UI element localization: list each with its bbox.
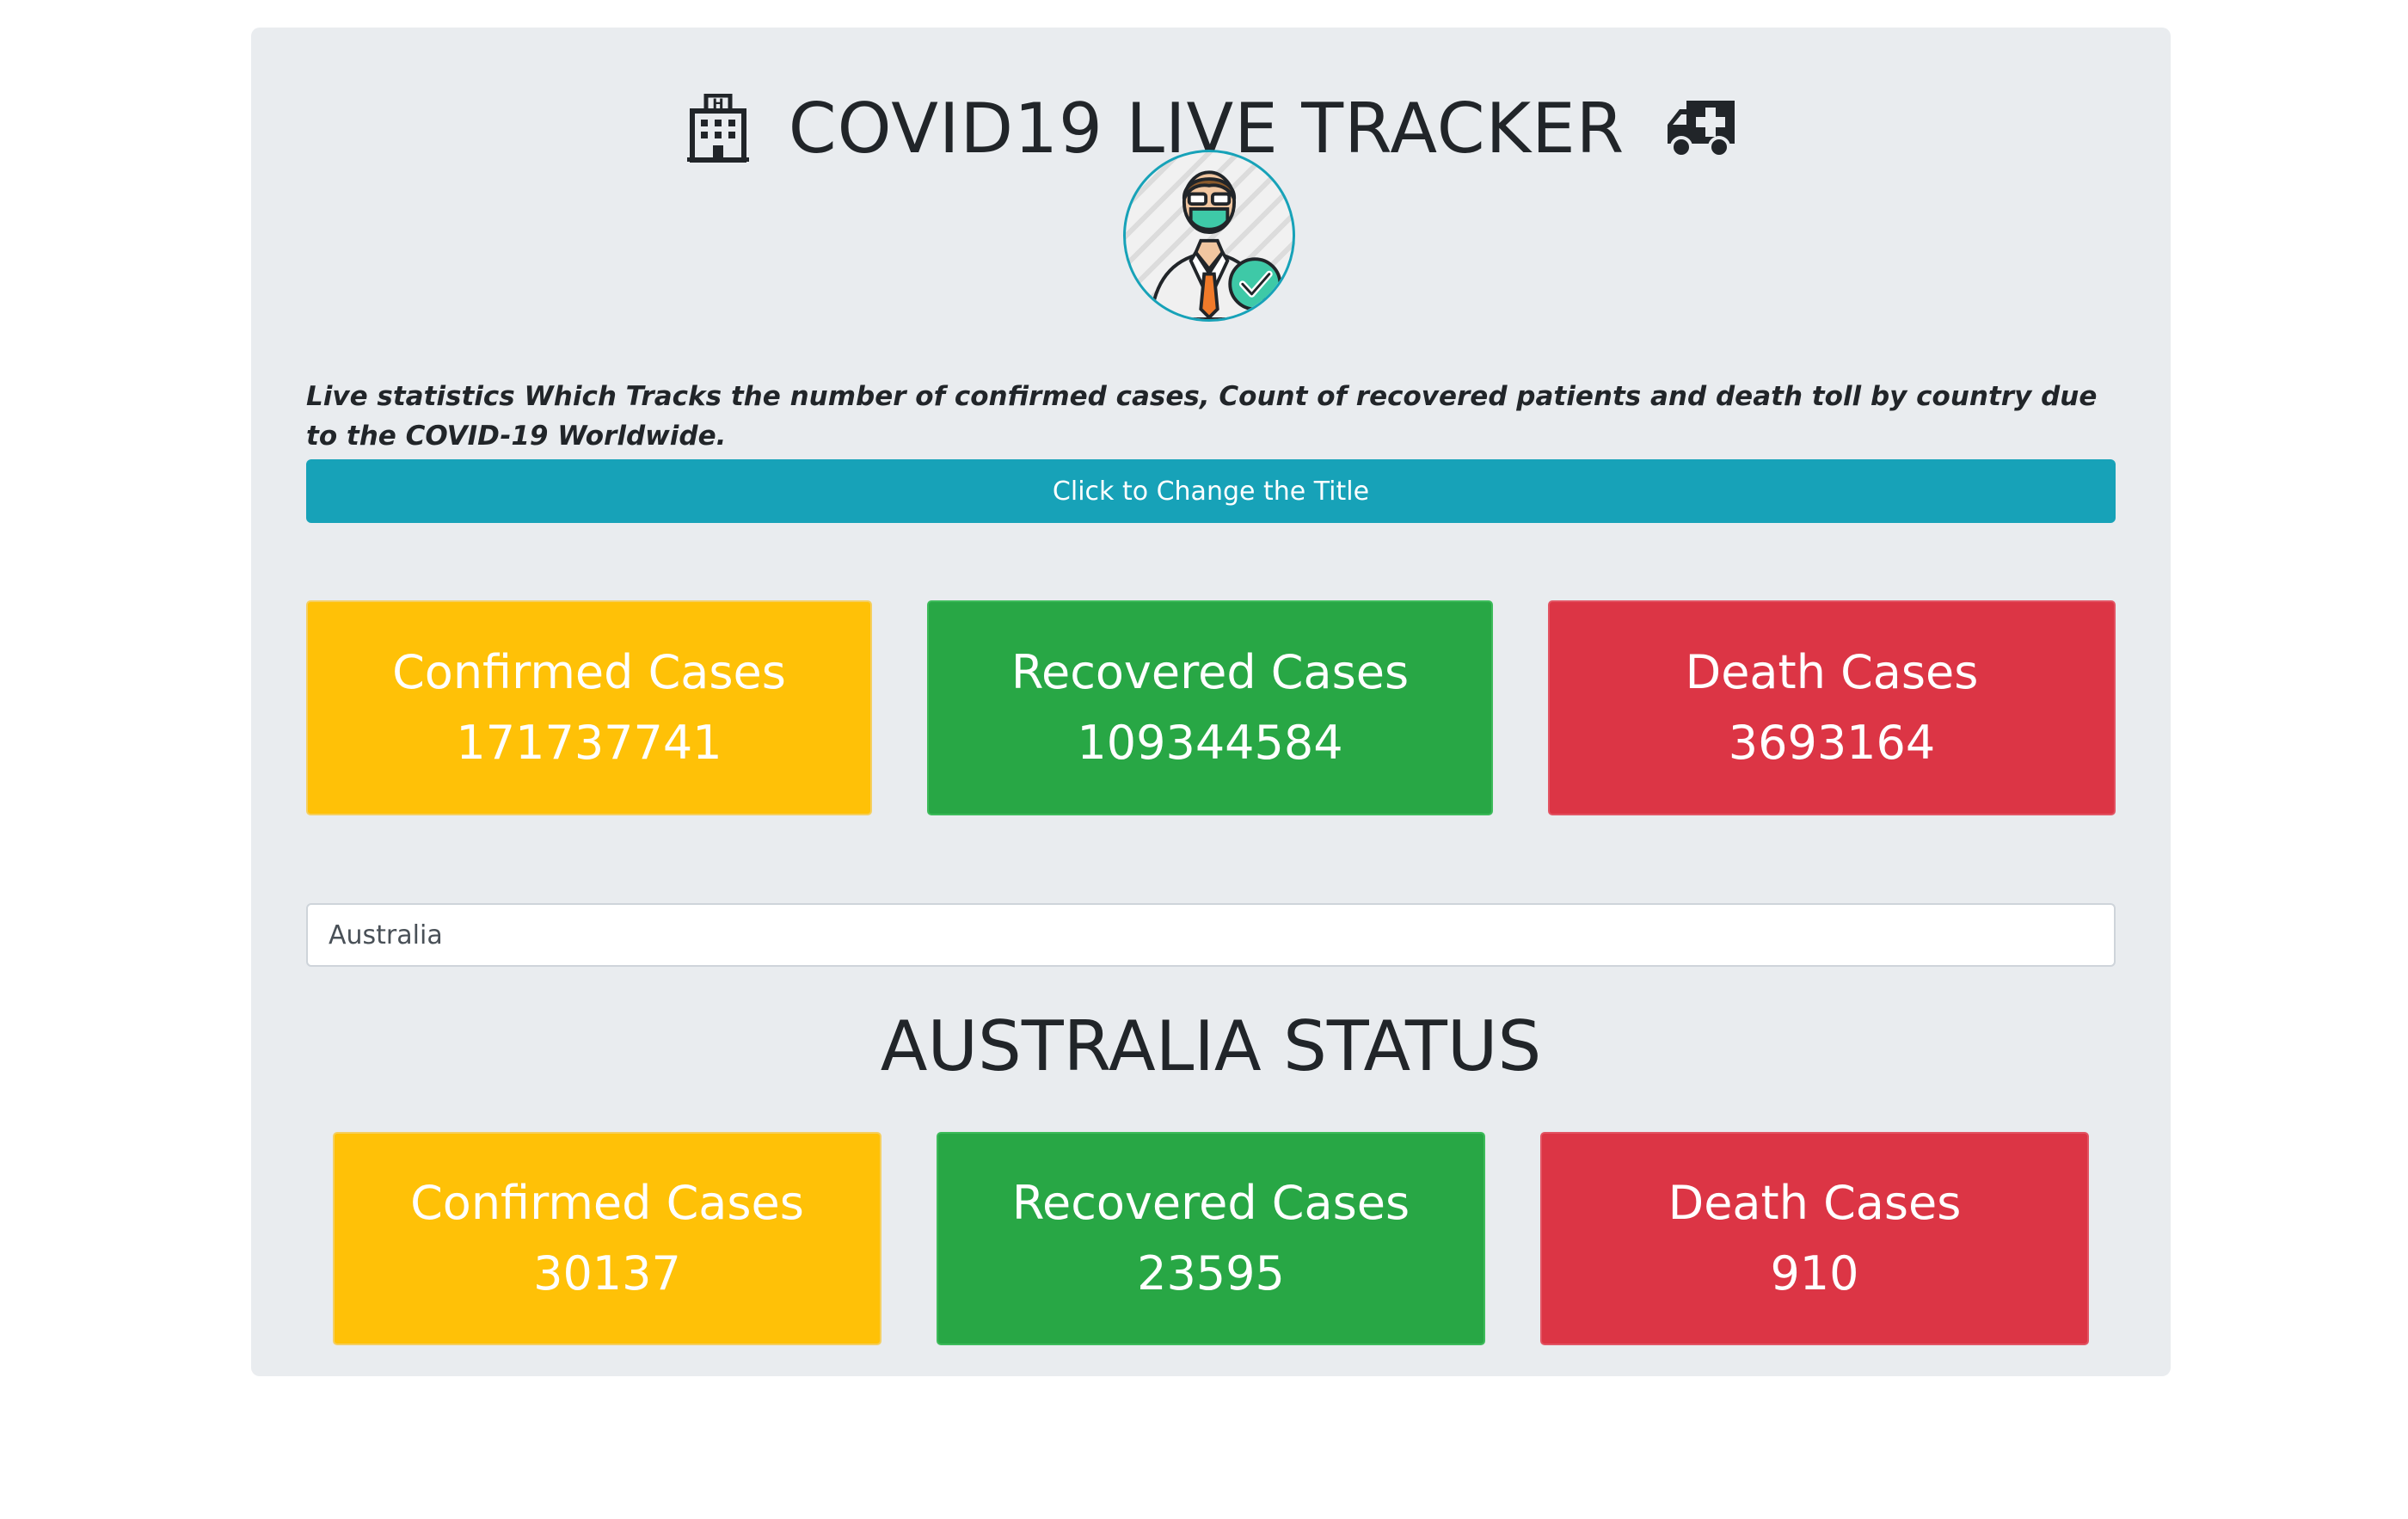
country-confirmed-label: Confirmed Cases bbox=[410, 1176, 804, 1230]
country-deaths-value: 910 bbox=[1770, 1246, 1859, 1301]
global-deaths-label: Death Cases bbox=[1685, 645, 1979, 699]
global-deaths-card: Death Cases 3693164 bbox=[1548, 600, 2116, 815]
country-recovered-label: Recovered Cases bbox=[1011, 1176, 1410, 1230]
doctor-avatar bbox=[1123, 150, 1295, 322]
hospital-icon: H bbox=[686, 94, 749, 163]
tracker-panel: H COVID19 LIVE TRACKER Live statistics W… bbox=[251, 28, 2171, 1376]
country-deaths-label: Death Cases bbox=[1668, 1176, 1962, 1230]
country-search-input[interactable] bbox=[306, 903, 2116, 967]
global-recovered-label: Recovered Cases bbox=[1010, 645, 1410, 699]
masked-doctor-icon bbox=[1149, 170, 1282, 319]
global-confirmed-card: Confirmed Cases 171737741 bbox=[306, 600, 872, 815]
country-recovered-card: Recovered Cases 23595 bbox=[937, 1132, 1485, 1345]
description-text: Live statistics Which Tracks the number … bbox=[306, 381, 2098, 452]
global-recovered-card: Recovered Cases 109344584 bbox=[927, 600, 1493, 815]
country-confirmed-card: Confirmed Cases 30137 bbox=[333, 1132, 882, 1345]
global-deaths-value: 3693164 bbox=[1728, 716, 1936, 770]
country-deaths-card: Death Cases 910 bbox=[1540, 1132, 2089, 1345]
global-confirmed-label: Confirmed Cases bbox=[392, 645, 786, 699]
change-title-button[interactable]: Click to Change the Title bbox=[306, 459, 2116, 523]
global-recovered-value: 109344584 bbox=[1077, 716, 1343, 770]
country-confirmed-value: 30137 bbox=[533, 1246, 681, 1301]
ambulance-icon bbox=[1668, 101, 1735, 158]
global-confirmed-value: 171737741 bbox=[456, 716, 722, 770]
country-recovered-value: 23595 bbox=[1137, 1246, 1285, 1301]
country-status-title: AUSTRALIA STATUS bbox=[880, 1006, 1542, 1086]
